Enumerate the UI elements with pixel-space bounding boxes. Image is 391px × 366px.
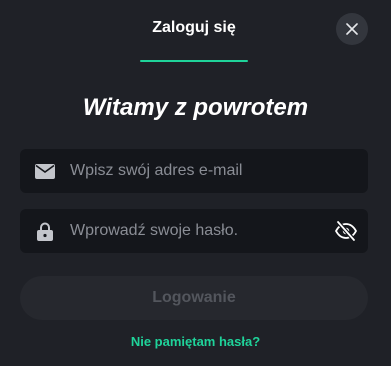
toggle-password-visibility[interactable] [324,220,368,242]
close-icon [346,23,358,35]
lock-icon [20,222,70,241]
password-input[interactable] [70,222,324,240]
forgot-password-link[interactable]: Nie pamiętam hasła? [0,334,391,349]
email-field[interactable] [20,149,368,193]
tab-login[interactable]: Zaloguj się [140,0,248,62]
close-button[interactable] [336,13,368,45]
tab-active-underline [140,60,248,62]
envelope-icon [20,163,70,179]
page-title: Witamy z powrotem [82,94,309,121]
tab-login-label: Zaloguj się [152,19,236,36]
login-button[interactable]: Logowanie [20,276,368,320]
login-modal: Zaloguj się Witamy z powrotem Wpisz swój… [0,0,391,366]
eye-off-icon [334,220,358,242]
email-input[interactable] [70,162,368,180]
password-field[interactable] [20,209,368,253]
